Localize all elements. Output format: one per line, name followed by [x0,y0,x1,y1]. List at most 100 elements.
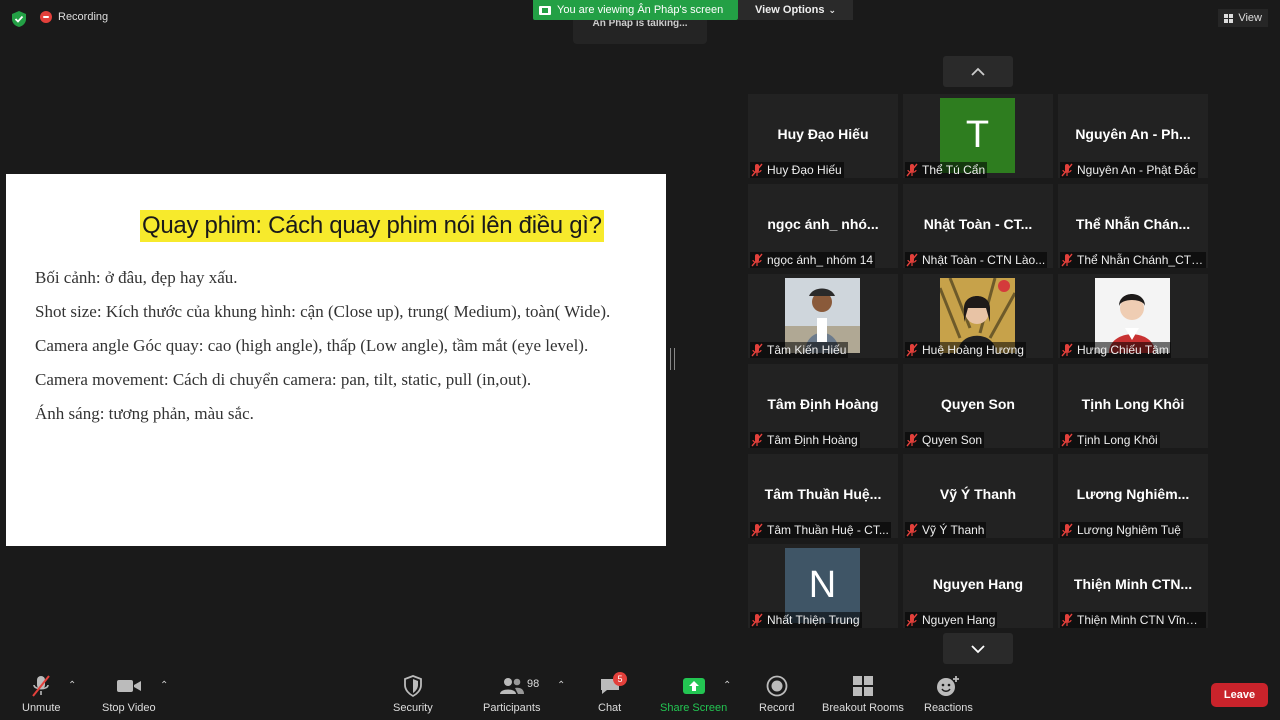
participant-tile[interactable]: Tịnh Long Khôi Tịnh Long Khôi [1058,364,1208,448]
view-options-button[interactable]: View Options ⌄ [738,0,853,20]
participant-tile[interactable]: Tâm Kiến Hiếu [748,274,898,358]
security-button[interactable]: Security [393,674,433,714]
participant-name-label: Quyen Son [905,432,985,448]
mic-muted-icon [906,163,918,177]
participant-tile[interactable]: Hưng Chiếu Tâm [1058,274,1208,358]
encryption-shield-icon[interactable] [10,10,28,28]
participant-name: Thể Nhẫn Chánh_CTN... [1077,253,1204,267]
resize-splitter[interactable] [670,348,675,370]
mic-muted-icon [1061,523,1073,537]
participant-tile[interactable]: Tâm Thuần Huệ... Tâm Thuần Huệ - CT... [748,454,898,538]
view-button[interactable]: View [1218,9,1268,27]
participant-name: Nhật Toàn - CTN Lào... [922,253,1046,267]
participants-label: Participants [483,702,541,714]
mic-muted-icon [751,433,763,447]
participants-options-caret[interactable]: ⌃ [557,680,565,691]
participant-tile[interactable]: Lương Nghiêm... Lương Nghiêm Tuệ [1058,454,1208,538]
breakout-rooms-label: Breakout Rooms [822,702,904,714]
smiley-plus-icon [936,674,960,698]
mic-muted-icon [751,343,763,357]
participant-name-label: Tâm Định Hoàng [750,432,860,448]
mic-muted-icon [906,343,918,357]
participant-name-label: Thể Nhẫn Chánh_CTN... [1060,252,1206,268]
participant-name: Huy Đạo Hiếu [767,163,842,177]
participant-name-label: Nguyên An - Phật Đắc [1060,162,1198,178]
gallery-next-button[interactable] [943,633,1013,664]
mic-muted-icon [751,613,763,627]
participant-display-name: Nguyên An - Ph... [1075,126,1191,142]
participant-name: Thiện Minh CTN Vĩnh ... [1077,613,1204,627]
participant-tile[interactable]: Thiện Minh CTN... Thiện Minh CTN Vĩnh ... [1058,544,1208,628]
participant-tile[interactable]: Vỹ Ý Thanh Vỹ Ý Thanh [903,454,1053,538]
slide-line: Camera angle Góc quay: cao (high angle),… [35,336,589,355]
share-screen-label: Share Screen [660,702,728,714]
participant-name: Tâm Định Hoàng [767,433,858,447]
participant-name-label: Lương Nghiêm Tuệ [1060,522,1183,538]
participant-name: Lương Nghiêm Tuệ [1077,523,1181,537]
unmute-button[interactable]: Unmute [22,674,61,714]
mic-muted-icon [1061,433,1073,447]
participant-name: Tịnh Long Khôi [1077,433,1158,447]
leave-button[interactable]: Leave [1211,683,1268,707]
participant-name: Quyen Son [922,433,983,447]
view-label: View [1238,12,1262,24]
slide-body: Bối cảnh: ở đâu, đẹp hay xấu. Shot size:… [35,266,610,436]
mic-muted-icon [1061,343,1073,357]
security-label: Security [393,702,433,714]
participant-name-label: Huệ Hoàng Hương [905,342,1026,358]
participant-tile[interactable]: Huy Đạo Hiếu Huy Đạo Hiếu [748,94,898,178]
mic-muted-icon [906,523,918,537]
participant-name-label: Vỹ Ý Thanh [905,522,987,538]
participant-tile[interactable]: Thể Nhẫn Chán... Thể Nhẫn Chánh_CTN... [1058,184,1208,268]
participants-count: 98 [527,678,540,690]
slide-line: Bối cảnh: ở đâu, đẹp hay xấu. [35,268,238,287]
participant-tile[interactable]: Nguyen Hang Nguyen Hang [903,544,1053,628]
stop-video-button[interactable]: Stop Video [102,674,156,714]
participant-name: Nguyên An - Phật Đắc [1077,163,1196,177]
gallery-prev-button[interactable] [943,56,1013,87]
participant-tile[interactable]: T Thể Tú Cẩn [903,94,1053,178]
participant-tile[interactable]: Nhật Toàn - CT... Nhật Toàn - CTN Lào... [903,184,1053,268]
share-options-caret[interactable]: ⌃ [723,680,731,691]
record-button[interactable]: Record [759,674,794,714]
recording-indicator[interactable]: Recording [40,11,108,23]
participant-display-name: Huy Đạo Hiếu [777,126,869,142]
screen-share-icon [539,5,551,15]
participant-name: Huệ Hoàng Hương [922,343,1024,357]
audio-options-caret[interactable]: ⌃ [68,680,76,691]
chevron-down-icon: ⌄ [828,4,837,15]
video-options-caret[interactable]: ⌃ [160,680,168,691]
participant-tile[interactable]: Quyen Son Quyen Son [903,364,1053,448]
chat-unread-badge: 5 [613,672,627,686]
mic-muted-icon [906,613,918,627]
mic-muted-icon [30,674,52,698]
participant-display-name: Thể Nhẫn Chán... [1075,216,1191,232]
slide-line: Camera movement: Cách di chuyển camera: … [35,370,532,389]
participant-name-label: Tâm Kiến Hiếu [750,342,849,358]
participant-tile[interactable]: Nguyên An - Ph... Nguyên An - Phật Đắc [1058,94,1208,178]
mic-muted-icon [751,163,763,177]
participant-name-label: Huy Đạo Hiếu [750,162,844,178]
record-icon [766,674,788,698]
participant-name: Nhất Thiện Trung [767,613,860,627]
participant-display-name: Lương Nghiêm... [1076,486,1190,502]
slide-line: Shot size: Kích thước của khung hình: cậ… [35,302,611,321]
unmute-label: Unmute [22,702,61,714]
mic-muted-icon [1061,253,1073,267]
participant-tile[interactable]: ngọc ánh_ nhó... ngọc ánh_ nhóm 14 [748,184,898,268]
participant-name-label: Thể Tú Cẩn [905,162,988,178]
chat-label: Chat [598,702,622,714]
participant-display-name: Quyen Son [941,396,1015,412]
participant-tile[interactable]: N Nhất Thiện Trung [748,544,898,628]
reactions-button[interactable]: Reactions [924,674,973,714]
participant-display-name: Tịnh Long Khôi [1081,396,1185,412]
breakout-rooms-button[interactable]: Breakout Rooms [822,674,904,714]
chevron-down-icon [971,644,985,653]
mic-muted-icon [906,433,918,447]
viewing-screen-banner: You are viewing Ân Pháp's screen [533,0,738,20]
share-screen-button[interactable]: Share Screen [660,674,727,714]
shared-screen: Quay phim: Cách quay phim nói lên điều g… [6,174,666,546]
participant-tile[interactable]: Tâm Định Hoàng Tâm Định Hoàng [748,364,898,448]
participant-name-label: ngọc ánh_ nhóm 14 [750,252,876,268]
participant-tile[interactable]: Huệ Hoàng Hương [903,274,1053,358]
